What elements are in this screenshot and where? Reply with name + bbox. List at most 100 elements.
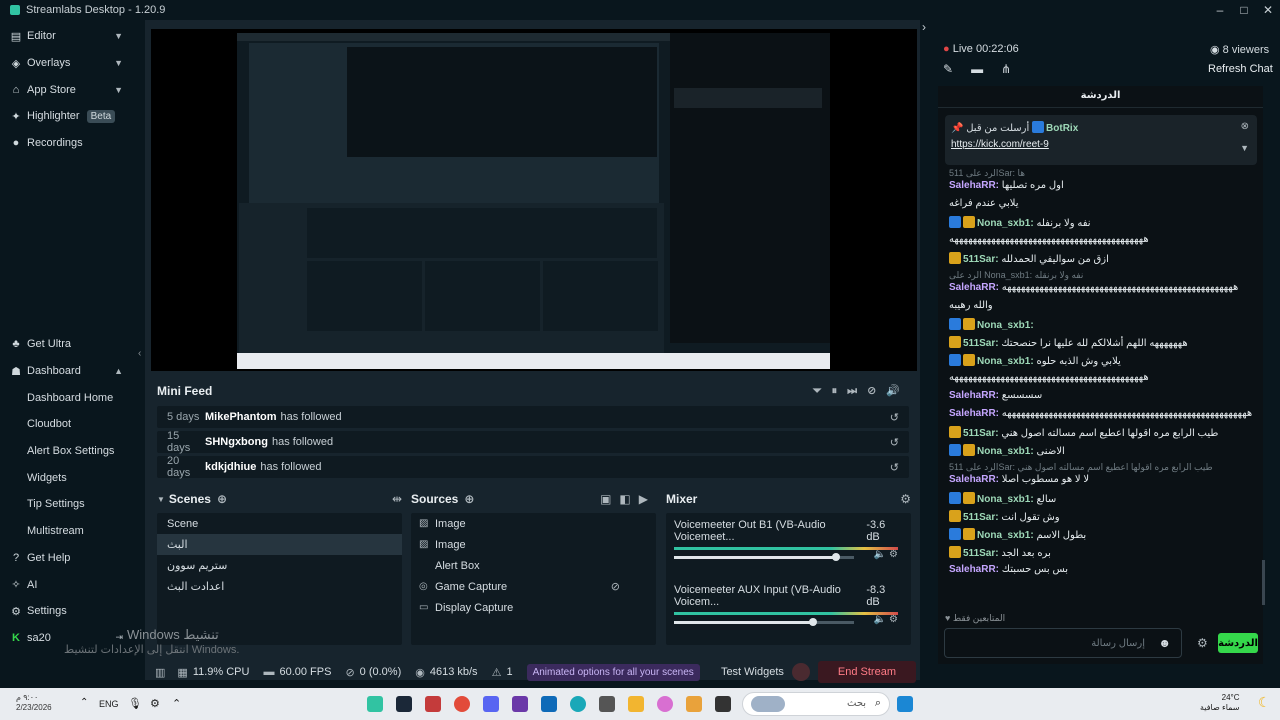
gear-icon[interactable]: ⚙ [889, 549, 898, 560]
rec-button[interactable] [791, 663, 810, 681]
chat-username[interactable]: 511Sar: [963, 338, 999, 349]
taskbar-search[interactable]: بحث ⌕ [742, 692, 890, 716]
speaker-icon[interactable]: 🔈 [874, 614, 886, 625]
taskbar-clock[interactable]: ٩:٠٠ م 2/23/2026 [16, 693, 52, 713]
volume-slider[interactable] [674, 553, 854, 561]
app-icon[interactable] [686, 696, 702, 712]
app-icon[interactable] [657, 696, 673, 712]
sidebar-item-cloudbot[interactable]: Cloudbot [0, 411, 135, 438]
repeat-icon[interactable]: ↺ [890, 411, 899, 424]
volume-slider[interactable] [674, 618, 854, 626]
unpin-icon[interactable]: ⊗ [1241, 121, 1249, 132]
speaker-icon[interactable]: 🔈 [874, 549, 886, 560]
chrome-icon[interactable] [454, 696, 470, 712]
slider-knob[interactable] [808, 618, 817, 626]
chat-username[interactable]: SalehaRR: [949, 474, 999, 485]
volume-icon[interactable]: 🔊 [886, 385, 910, 397]
minimize-button[interactable]: – [1208, 0, 1232, 20]
gear-icon[interactable]: ⚙ [889, 614, 898, 625]
language-indicator[interactable]: ENG [99, 699, 119, 709]
chat-username[interactable]: Nona_sxb1: [977, 218, 1034, 229]
weather-widget[interactable]: 24°C سماء صافية [1200, 693, 1240, 713]
alerts-stat[interactable]: ⚠ 1 [492, 666, 513, 679]
pinned-link[interactable]: https://kick.com/reet-9 [951, 139, 1049, 150]
scene-item[interactable]: اعدادت البث [157, 576, 402, 597]
sidebar-item-tip-settings[interactable]: Tip Settings [0, 491, 135, 518]
filter-icon[interactable]: ⏷ [813, 385, 832, 397]
folder-icon[interactable]: ▣ [600, 492, 619, 506]
sidebar-item-highlighter[interactable]: ✦ Highlighter Beta [0, 103, 135, 130]
chat-scrollbar[interactable] [1262, 560, 1265, 605]
terminal-icon[interactable] [715, 696, 731, 712]
maximize-button[interactable]: □ [1232, 0, 1256, 20]
chat-username[interactable]: Nona_sxb1: [977, 446, 1034, 457]
streamlabs-taskbar-icon[interactable] [367, 696, 383, 712]
source-item[interactable]: ▨ Image [411, 534, 656, 555]
pause-icon[interactable]: ⏸ [832, 385, 848, 397]
collapse-left-icon[interactable]: ‹ [138, 348, 141, 359]
chat-username[interactable]: Nona_sxb1: [977, 530, 1034, 541]
chevron-down-icon[interactable]: ▼ [1240, 143, 1249, 153]
scene-item[interactable]: Scene [157, 513, 402, 534]
sidebar-item-ai[interactable]: ✧ AI [0, 571, 135, 598]
discord-icon[interactable] [483, 696, 499, 712]
send-chat-button[interactable]: الدردشة [1218, 633, 1258, 653]
app-icon[interactable] [425, 696, 441, 712]
chat-tab[interactable]: الدردشة [938, 86, 1263, 108]
sidebar-item-get-help[interactable]: ? Get Help [0, 545, 135, 572]
chat-username[interactable]: 511Sar: [963, 512, 999, 523]
chat-username[interactable]: 511Sar: [963, 428, 999, 439]
chat-settings-gear-icon[interactable]: ⚙ [1197, 636, 1208, 650]
source-item[interactable]: ◎ Game Capture ⊘ [411, 576, 656, 597]
edit-icon[interactable]: ✎ [943, 62, 971, 76]
end-stream-button[interactable]: End Stream [817, 661, 916, 683]
steam-icon[interactable] [396, 696, 412, 712]
chevron-down-icon[interactable]: ▼ [157, 495, 165, 504]
chat-username[interactable]: SalehaRR: [949, 282, 999, 293]
sidebar-item-multistream[interactable]: Multistream [0, 518, 135, 545]
chat-username[interactable]: Nona_sxb1: [977, 356, 1034, 367]
collapse-right-icon[interactable]: › [922, 20, 926, 34]
source-folder-icon[interactable]: ▶ [639, 492, 656, 506]
link-icon[interactable]: ⋔ [1001, 62, 1029, 76]
close-button[interactable]: ✕ [1256, 0, 1280, 20]
share-icon[interactable]: ▬ [971, 62, 1001, 76]
logout-icon[interactable]: ⇥ [115, 632, 123, 643]
chat-username[interactable]: SalehaRR: [949, 180, 999, 191]
sidebar-item-recordings[interactable]: ● Recordings [0, 130, 135, 157]
scene-item-selected[interactable]: البث [157, 534, 402, 555]
chevron-up-icon[interactable]: ⌃ [172, 697, 181, 710]
chat-username[interactable]: SalehaRR: [949, 564, 999, 575]
lock-icon[interactable]: ◧ [619, 492, 638, 506]
source-item[interactable]: ▨ Image [411, 513, 656, 534]
refresh-chat-button[interactable]: Refresh Chat [1208, 63, 1273, 75]
sidebar-item-get-ultra[interactable]: ♣ Get Ultra [0, 331, 135, 358]
sidebar-item-dashboard-home[interactable]: Dashboard Home [0, 384, 135, 411]
store-icon[interactable] [599, 696, 615, 712]
sidebar-item-overlays[interactable]: ◈ Overlays ▼ [0, 50, 135, 77]
skip-icon[interactable]: ⏭ [847, 385, 867, 397]
microphone-icon[interactable]: 🎙 [128, 697, 142, 710]
file-explorer-icon[interactable] [628, 696, 644, 712]
visibility-off-icon[interactable]: ⊘ [611, 580, 620, 593]
emoji-icon[interactable]: ☻ [1158, 636, 1171, 650]
add-source-icon[interactable]: ⊕ [464, 492, 474, 506]
scene-transitions-icon[interactable]: ⇹ [392, 492, 402, 506]
sidebar-item-widgets[interactable]: Widgets [0, 464, 135, 491]
chat-username[interactable]: 511Sar: [963, 254, 999, 265]
chat-username[interactable]: Nona_sxb1: [977, 320, 1034, 331]
edge-icon[interactable] [570, 696, 586, 712]
sidebar-item-dashboard[interactable]: ☗ Dashboard ▲ [0, 358, 135, 385]
stats-icon[interactable]: ▥ [155, 666, 165, 679]
settings-icon[interactable]: ⚙ [150, 697, 160, 710]
outlook-icon[interactable] [541, 696, 557, 712]
gear-icon[interactable]: ⚙ [900, 492, 911, 506]
windows-start-icon[interactable] [897, 696, 913, 712]
repeat-icon[interactable]: ↺ [890, 461, 899, 474]
source-item[interactable]: ▭ Display Capture [411, 597, 656, 618]
app-icon[interactable] [512, 696, 528, 712]
scene-item[interactable]: ستريم سوون [157, 555, 402, 576]
chat-username[interactable]: SalehaRR: [949, 390, 999, 401]
sidebar-item-app-store[interactable]: ⌂ App Store ▼ [0, 76, 135, 103]
add-scene-icon[interactable]: ⊕ [217, 492, 227, 506]
